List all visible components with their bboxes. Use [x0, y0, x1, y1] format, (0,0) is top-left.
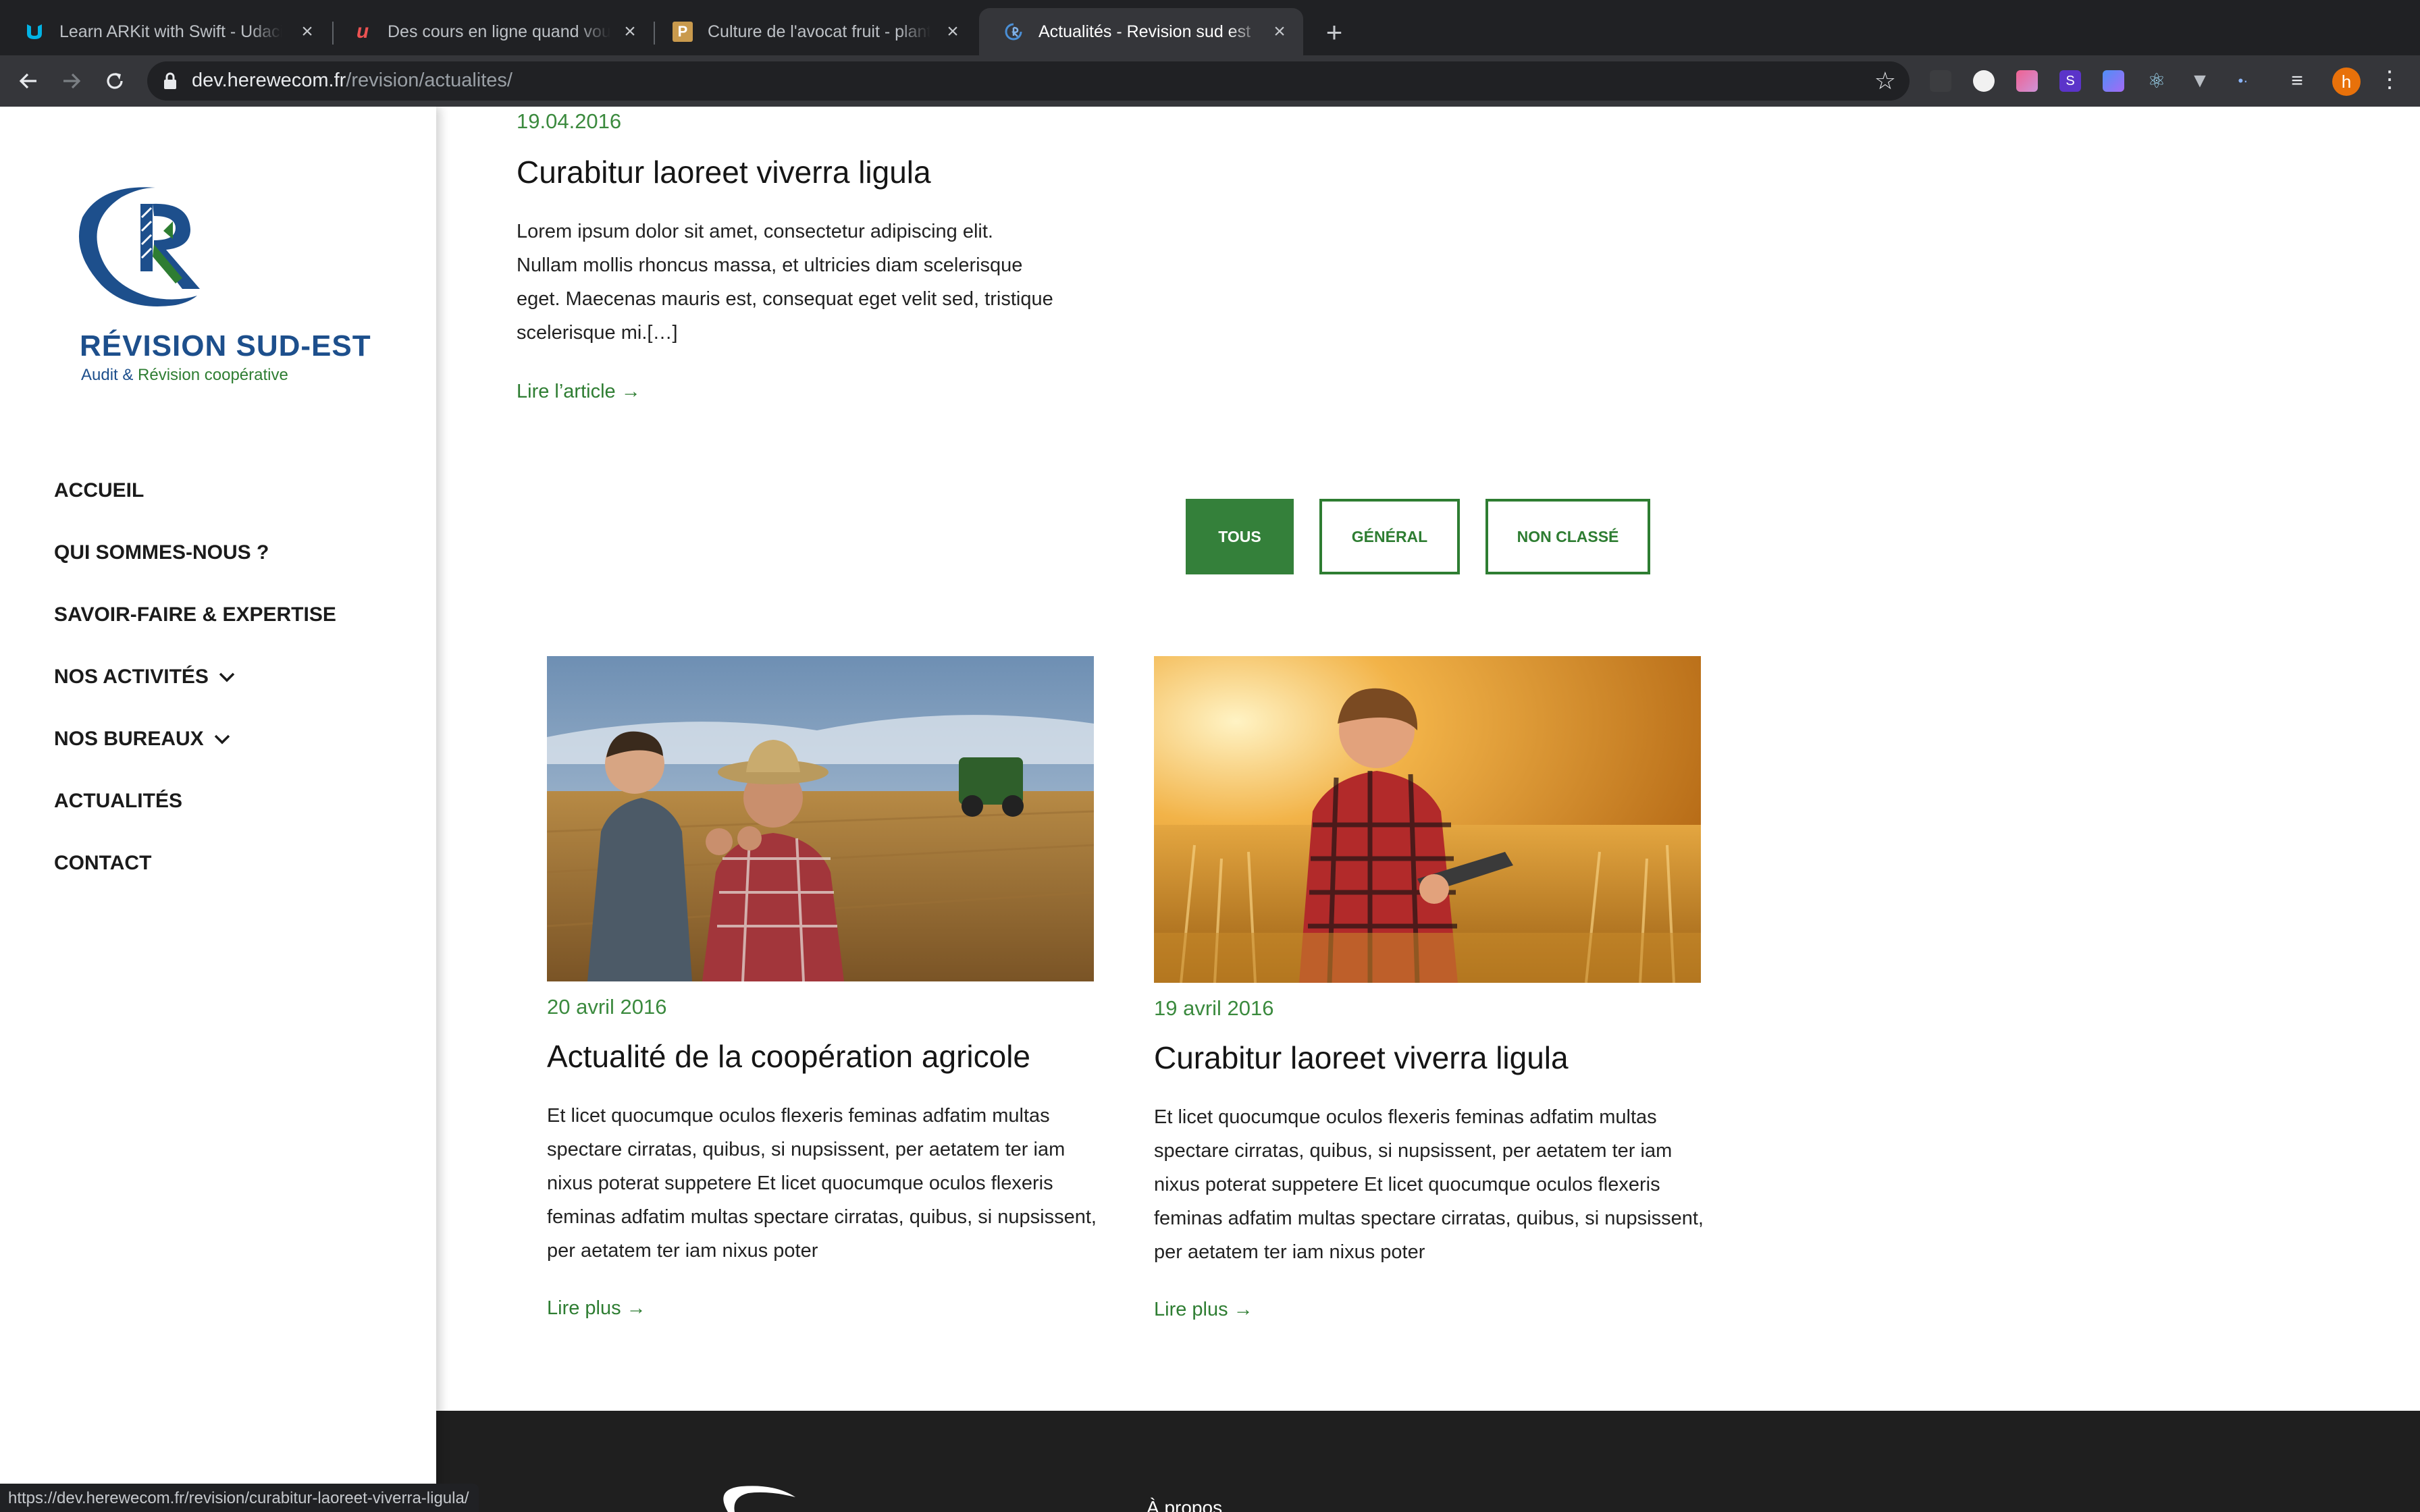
featured-excerpt: Lorem ipsum dolor sit amet, consectetur …	[517, 221, 1053, 344]
post-read-more-link[interactable]: Lire plus →	[547, 1297, 646, 1320]
nav-qui-sommes-nous[interactable]: QUI SOMMES-NOUS ?	[54, 541, 269, 564]
close-icon[interactable]: ×	[296, 20, 319, 43]
filter-general-button[interactable]: GÉNÉRAL	[1319, 499, 1460, 574]
tagline-revision: Révision coopérative	[138, 366, 288, 384]
nav-nos-bureaux[interactable]: NOS BUREAUX	[54, 728, 231, 751]
post-image-woman-wheat[interactable]	[1154, 656, 1701, 983]
tab-udemy[interactable]: u Des cours en ligne quand vous voulez ×	[328, 8, 654, 55]
post-title[interactable]: Curabitur laoreet viverra ligula	[1154, 1040, 1569, 1076]
dots-extension-icon[interactable]: •·	[2232, 70, 2254, 92]
browser-toolbar: dev.herewecom.fr/revision/actualites/ ☆ …	[0, 55, 2420, 107]
chevron-down-icon	[214, 734, 230, 745]
nav-label: ACTUALITÉS	[54, 790, 182, 812]
forward-button[interactable]	[55, 65, 88, 97]
post-title[interactable]: Actualité de la coopération agricole	[547, 1038, 1030, 1075]
site-footer: À propos	[436, 1411, 2420, 1512]
nav-label: NOS BUREAUX	[54, 728, 204, 750]
url-path: /revision/actualites/	[346, 70, 512, 91]
post-read-more-link[interactable]: Lire plus →	[1154, 1299, 1253, 1321]
lock-icon	[164, 72, 176, 89]
extension-icon[interactable]	[1930, 70, 1951, 92]
nav-actualites[interactable]: ACTUALITÉS	[54, 790, 182, 813]
reload-button[interactable]	[99, 65, 131, 97]
main-content: 19.04.2016 Curabitur laoreet viverra lig…	[436, 107, 2420, 1512]
close-icon[interactable]: ×	[1268, 20, 1291, 43]
url-host: dev.herewecom.fr	[192, 70, 346, 91]
back-button[interactable]	[12, 65, 45, 97]
filter-tous-button[interactable]: TOUS	[1186, 499, 1294, 574]
nav-savoir-faire[interactable]: SAVOIR-FAIRE & EXPERTISE	[54, 603, 336, 626]
chevron-down-icon	[219, 672, 235, 682]
web-page: RÉVISION SUD-EST Audit & Révision coopér…	[0, 107, 2420, 1512]
nav-label: CONTACT	[54, 852, 152, 874]
browser-tab-bar: Learn ARKit with Swift - Udacity × u Des…	[0, 0, 2420, 55]
featured-title[interactable]: Curabitur laoreet viverra ligula	[517, 154, 931, 190]
footer-logo[interactable]	[687, 1484, 809, 1512]
profile-avatar[interactable]: h	[2332, 68, 2361, 96]
browser-status-bar: https://dev.herewecom.fr/revision/curabi…	[0, 1484, 479, 1512]
new-tab-button[interactable]: +	[1318, 16, 1350, 49]
bookmark-star-icon[interactable]: ☆	[1874, 67, 1896, 95]
page-p-icon: P	[673, 22, 693, 42]
udemy-icon: u	[356, 20, 369, 43]
nav-contact[interactable]: CONTACT	[54, 852, 151, 875]
brand-name: RÉVISION SUD-EST	[80, 329, 371, 362]
close-icon[interactable]: ×	[619, 20, 641, 43]
featured-read-article-link[interactable]: Lire l’article →	[517, 381, 641, 403]
arrow-right-icon	[63, 73, 81, 89]
nav-label: ACCUEIL	[54, 479, 144, 502]
featured-date: 19.04.2016	[517, 109, 622, 133]
post-date: 20 avril 2016	[547, 995, 667, 1019]
post-image-farmers[interactable]	[547, 656, 1094, 981]
panda-extension-icon[interactable]	[1973, 70, 1995, 92]
tab-title: Culture de l'avocat fruit - plante	[708, 22, 930, 41]
nav-label: SAVOIR-FAIRE & EXPERTISE	[54, 603, 336, 626]
revision-icon	[1003, 22, 1024, 42]
nav-label: QUI SOMMES-NOUS ?	[54, 541, 269, 564]
post-excerpt: Et licet quocumque oculos flexeris femin…	[1154, 1106, 1704, 1263]
close-icon[interactable]: ×	[941, 20, 964, 43]
footer-about-heading: À propos	[1147, 1497, 1223, 1512]
post-date: 19 avril 2016	[1154, 996, 1274, 1020]
reload-icon	[107, 73, 123, 89]
nav-accueil[interactable]: ACCUEIL	[54, 479, 144, 502]
media-queue-icon[interactable]: ≡	[2286, 70, 2308, 92]
udacity-icon	[24, 22, 45, 42]
tab-title: Actualités - Revision sud est	[1038, 22, 1251, 41]
vue-devtools-icon[interactable]: ▼	[2189, 70, 2211, 92]
nav-nos-activites[interactable]: NOS ACTIVITÉS	[54, 666, 236, 688]
tab-udacity[interactable]: Learn ARKit with Swift - Udacity ×	[0, 8, 331, 55]
tab-actualites[interactable]: Actualités - Revision sud est ×	[979, 8, 1303, 55]
tagline-audit: Audit &	[81, 366, 138, 384]
sidebar: RÉVISION SUD-EST Audit & Révision coopér…	[0, 107, 436, 1512]
address-bar[interactable]: dev.herewecom.fr/revision/actualites/ ☆	[147, 61, 1910, 101]
tab-title: Learn ARKit with Swift - Udacity	[59, 22, 282, 41]
brand-tagline: Audit & Révision coopérative	[81, 366, 288, 385]
post-excerpt: Et licet quocumque oculos flexeris femin…	[547, 1105, 1097, 1262]
filter-non-classe-button[interactable]: NON CLASSÉ	[1485, 499, 1650, 574]
nav-label: NOS ACTIVITÉS	[54, 666, 209, 688]
react-devtools-icon[interactable]: ⚛	[2146, 70, 2167, 92]
arrow-left-icon	[19, 73, 36, 89]
s-extension-icon[interactable]: S	[2059, 70, 2081, 92]
more-menu-icon[interactable]: ⋮	[2378, 66, 2401, 93]
gradient-extension-icon[interactable]	[2016, 70, 2038, 92]
tab-avocat[interactable]: P Culture de l'avocat fruit - plante ×	[648, 8, 976, 55]
tab-title: Des cours en ligne quand vous voulez	[388, 22, 610, 41]
grid-extension-icon[interactable]	[2103, 70, 2124, 92]
url-text: dev.herewecom.fr/revision/actualites/	[192, 70, 512, 92]
